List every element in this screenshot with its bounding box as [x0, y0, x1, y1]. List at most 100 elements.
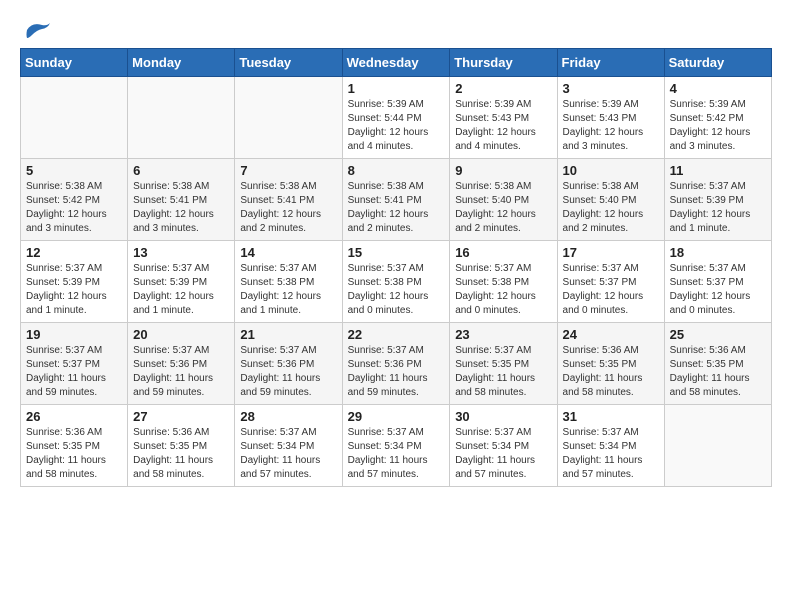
calendar-cell: 29 Sunrise: 5:37 AM Sunset: 5:34 PM Dayli… — [342, 405, 450, 487]
day-info: Sunrise: 5:37 AM Sunset: 5:37 PM Dayligh… — [563, 262, 659, 318]
calendar-cell: 14 Sunrise: 5:37 AM Sunset: 5:38 PM Dayli… — [235, 241, 342, 323]
calendar-cell: 20Sunrise: 5:37 AM Sunset: 5:36 PM Dayli… — [128, 323, 235, 405]
calendar-day-header: Saturday — [664, 49, 771, 77]
calendar-cell — [21, 77, 128, 159]
calendar-cell: 8 Sunrise: 5:38 AM Sunset: 5:41 PM Daylig… — [342, 159, 450, 241]
calendar-cell: 19 Sunrise: 5:37 AM Sunset: 5:37 PM Dayli… — [21, 323, 128, 405]
day-number: 12 — [26, 245, 122, 260]
day-number: 14 — [240, 245, 336, 260]
day-info: Sunrise: 5:37 AM Sunset: 5:36 PM Dayligh… — [240, 344, 336, 400]
day-info: Sunrise: 5:38 AM Sunset: 5:40 PM Dayligh… — [455, 180, 551, 236]
day-info: Sunrise: 5:37 AM Sunset: 5:35 PM Dayligh… — [455, 344, 551, 400]
day-number: 16 — [455, 245, 551, 260]
day-number: 27 — [133, 409, 229, 424]
day-number: 22 — [348, 327, 445, 342]
day-info: Sunrise: 5:38 AM Sunset: 5:41 PM Dayligh… — [348, 180, 445, 236]
day-info: Sunrise: 5:37 AM Sunset: 5:36 PM Dayligh… — [348, 344, 445, 400]
day-number: 13 — [133, 245, 229, 260]
day-info: Sunrise: 5:37 AM Sunset: 5:38 PM Dayligh… — [455, 262, 551, 318]
day-info: Sunrise: 5:39 AM Sunset: 5:43 PM Dayligh… — [455, 98, 551, 154]
day-info: Sunrise: 5:36 AM Sunset: 5:35 PM Dayligh… — [26, 426, 122, 482]
calendar-week-row: 26 Sunrise: 5:36 AM Sunset: 5:35 PM Dayli… — [21, 405, 772, 487]
calendar-cell: 12Sunrise: 5:37 AM Sunset: 5:39 PM Dayli… — [21, 241, 128, 323]
day-number: 9 — [455, 163, 551, 178]
calendar-cell: 9 Sunrise: 5:38 AM Sunset: 5:40 PM Daylig… — [450, 159, 557, 241]
day-number: 2 — [455, 81, 551, 96]
day-info: Sunrise: 5:37 AM Sunset: 5:39 PM Dayligh… — [670, 180, 766, 236]
calendar-cell: 28 Sunrise: 5:37 AM Sunset: 5:34 PM Dayli… — [235, 405, 342, 487]
calendar-cell: 22 Sunrise: 5:37 AM Sunset: 5:36 PM Dayli… — [342, 323, 450, 405]
calendar-cell: 21 Sunrise: 5:37 AM Sunset: 5:36 PM Dayli… — [235, 323, 342, 405]
day-number: 1 — [348, 81, 445, 96]
day-info: Sunrise: 5:37 AM Sunset: 5:38 PM Dayligh… — [348, 262, 445, 318]
day-number: 6 — [133, 163, 229, 178]
calendar-cell: 17 Sunrise: 5:37 AM Sunset: 5:37 PM Dayli… — [557, 241, 664, 323]
day-number: 26 — [26, 409, 122, 424]
page-header — [20, 20, 772, 40]
day-number: 18 — [670, 245, 766, 260]
calendar-cell: 31 Sunrise: 5:37 AM Sunset: 5:34 PM Dayli… — [557, 405, 664, 487]
day-info: Sunrise: 5:37 AM Sunset: 5:39 PM Dayligh… — [133, 262, 229, 318]
day-info: Sunrise: 5:37 AM Sunset: 5:34 PM Dayligh… — [348, 426, 445, 482]
calendar-cell: 13 Sunrise: 5:37 AM Sunset: 5:39 PM Dayli… — [128, 241, 235, 323]
day-number: 28 — [240, 409, 336, 424]
calendar-cell — [128, 77, 235, 159]
day-info: Sunrise: 5:37 AM Sunset: 5:34 PM Dayligh… — [240, 426, 336, 482]
day-info: Sunrise: 5:37 AM Sunset: 5:36 PM Dayligh… — [133, 344, 229, 400]
calendar-cell: 2 Sunrise: 5:39 AM Sunset: 5:43 PM Daylig… — [450, 77, 557, 159]
calendar-cell: 1 Sunrise: 5:39 AM Sunset: 5:44 PM Daylig… — [342, 77, 450, 159]
logo — [20, 20, 52, 40]
day-number: 15 — [348, 245, 445, 260]
calendar-cell: 3 Sunrise: 5:39 AM Sunset: 5:43 PM Daylig… — [557, 77, 664, 159]
calendar-header-row: SundayMondayTuesdayWednesdayThursdayFrid… — [21, 49, 772, 77]
day-info: Sunrise: 5:37 AM Sunset: 5:37 PM Dayligh… — [670, 262, 766, 318]
day-info: Sunrise: 5:39 AM Sunset: 5:44 PM Dayligh… — [348, 98, 445, 154]
day-info: Sunrise: 5:36 AM Sunset: 5:35 PM Dayligh… — [563, 344, 659, 400]
day-info: Sunrise: 5:37 AM Sunset: 5:34 PM Dayligh… — [563, 426, 659, 482]
day-info: Sunrise: 5:39 AM Sunset: 5:43 PM Dayligh… — [563, 98, 659, 154]
day-number: 17 — [563, 245, 659, 260]
calendar-day-header: Sunday — [21, 49, 128, 77]
calendar-week-row: 1 Sunrise: 5:39 AM Sunset: 5:44 PM Daylig… — [21, 77, 772, 159]
day-number: 30 — [455, 409, 551, 424]
day-info: Sunrise: 5:37 AM Sunset: 5:37 PM Dayligh… — [26, 344, 122, 400]
day-info: Sunrise: 5:36 AM Sunset: 5:35 PM Dayligh… — [133, 426, 229, 482]
day-info: Sunrise: 5:36 AM Sunset: 5:35 PM Dayligh… — [670, 344, 766, 400]
calendar-day-header: Friday — [557, 49, 664, 77]
calendar-week-row: 5Sunrise: 5:38 AM Sunset: 5:42 PM Daylig… — [21, 159, 772, 241]
calendar-day-header: Monday — [128, 49, 235, 77]
calendar-cell: 5Sunrise: 5:38 AM Sunset: 5:42 PM Daylig… — [21, 159, 128, 241]
day-info: Sunrise: 5:38 AM Sunset: 5:41 PM Dayligh… — [133, 180, 229, 236]
calendar-cell: 11 Sunrise: 5:37 AM Sunset: 5:39 PM Dayli… — [664, 159, 771, 241]
day-number: 31 — [563, 409, 659, 424]
day-number: 5 — [26, 163, 122, 178]
calendar-week-row: 12 Sunrise: 5:37 AM Sunset: 5:39 PM Dayli… — [21, 241, 772, 323]
day-number: 8 — [348, 163, 445, 178]
calendar-cell: 26 Sunrise: 5:36 AM Sunset: 5:35 PM Dayli… — [21, 405, 128, 487]
calendar-cell — [664, 405, 771, 487]
day-number: 11 — [670, 163, 766, 178]
day-info: Sunrise: 5:37 AM Sunset: 5:34 PM Dayligh… — [455, 426, 551, 482]
day-info: Sunrise: 5:38 AM Sunset: 5:40 PM Dayligh… — [563, 180, 659, 236]
calendar-table: SundayMondayTuesdayWednesdayThursdayFrid… — [20, 48, 772, 487]
day-number: 7 — [240, 163, 336, 178]
calendar-cell: 4 Sunrise: 5:39 AM Sunset: 5:42 PM Daylig… — [664, 77, 771, 159]
day-info: Sunrise: 5:37 AM Sunset: 5:38 PM Dayligh… — [240, 262, 336, 318]
day-number: 3 — [563, 81, 659, 96]
day-info: Sunrise: 5:38 AM Sunset: 5:41 PM Dayligh… — [240, 180, 336, 236]
calendar-cell: 30 Sunrise: 5:37 AM Sunset: 5:34 PM Dayli… — [450, 405, 557, 487]
calendar-day-header: Thursday — [450, 49, 557, 77]
calendar-cell: 7 Sunrise: 5:38 AM Sunset: 5:41 PM Daylig… — [235, 159, 342, 241]
calendar-day-header: Tuesday — [235, 49, 342, 77]
calendar-cell: 10Sunrise: 5:38 AM Sunset: 5:40 PM Dayli… — [557, 159, 664, 241]
day-number: 21 — [240, 327, 336, 342]
day-number: 24 — [563, 327, 659, 342]
calendar-week-row: 19 Sunrise: 5:37 AM Sunset: 5:37 PM Dayli… — [21, 323, 772, 405]
day-number: 19 — [26, 327, 122, 342]
calendar-cell: 15 Sunrise: 5:37 AM Sunset: 5:38 PM Dayli… — [342, 241, 450, 323]
day-number: 29 — [348, 409, 445, 424]
day-info: Sunrise: 5:39 AM Sunset: 5:42 PM Dayligh… — [670, 98, 766, 154]
calendar-day-header: Wednesday — [342, 49, 450, 77]
calendar-cell: 27 Sunrise: 5:36 AM Sunset: 5:35 PM Dayli… — [128, 405, 235, 487]
day-number: 4 — [670, 81, 766, 96]
